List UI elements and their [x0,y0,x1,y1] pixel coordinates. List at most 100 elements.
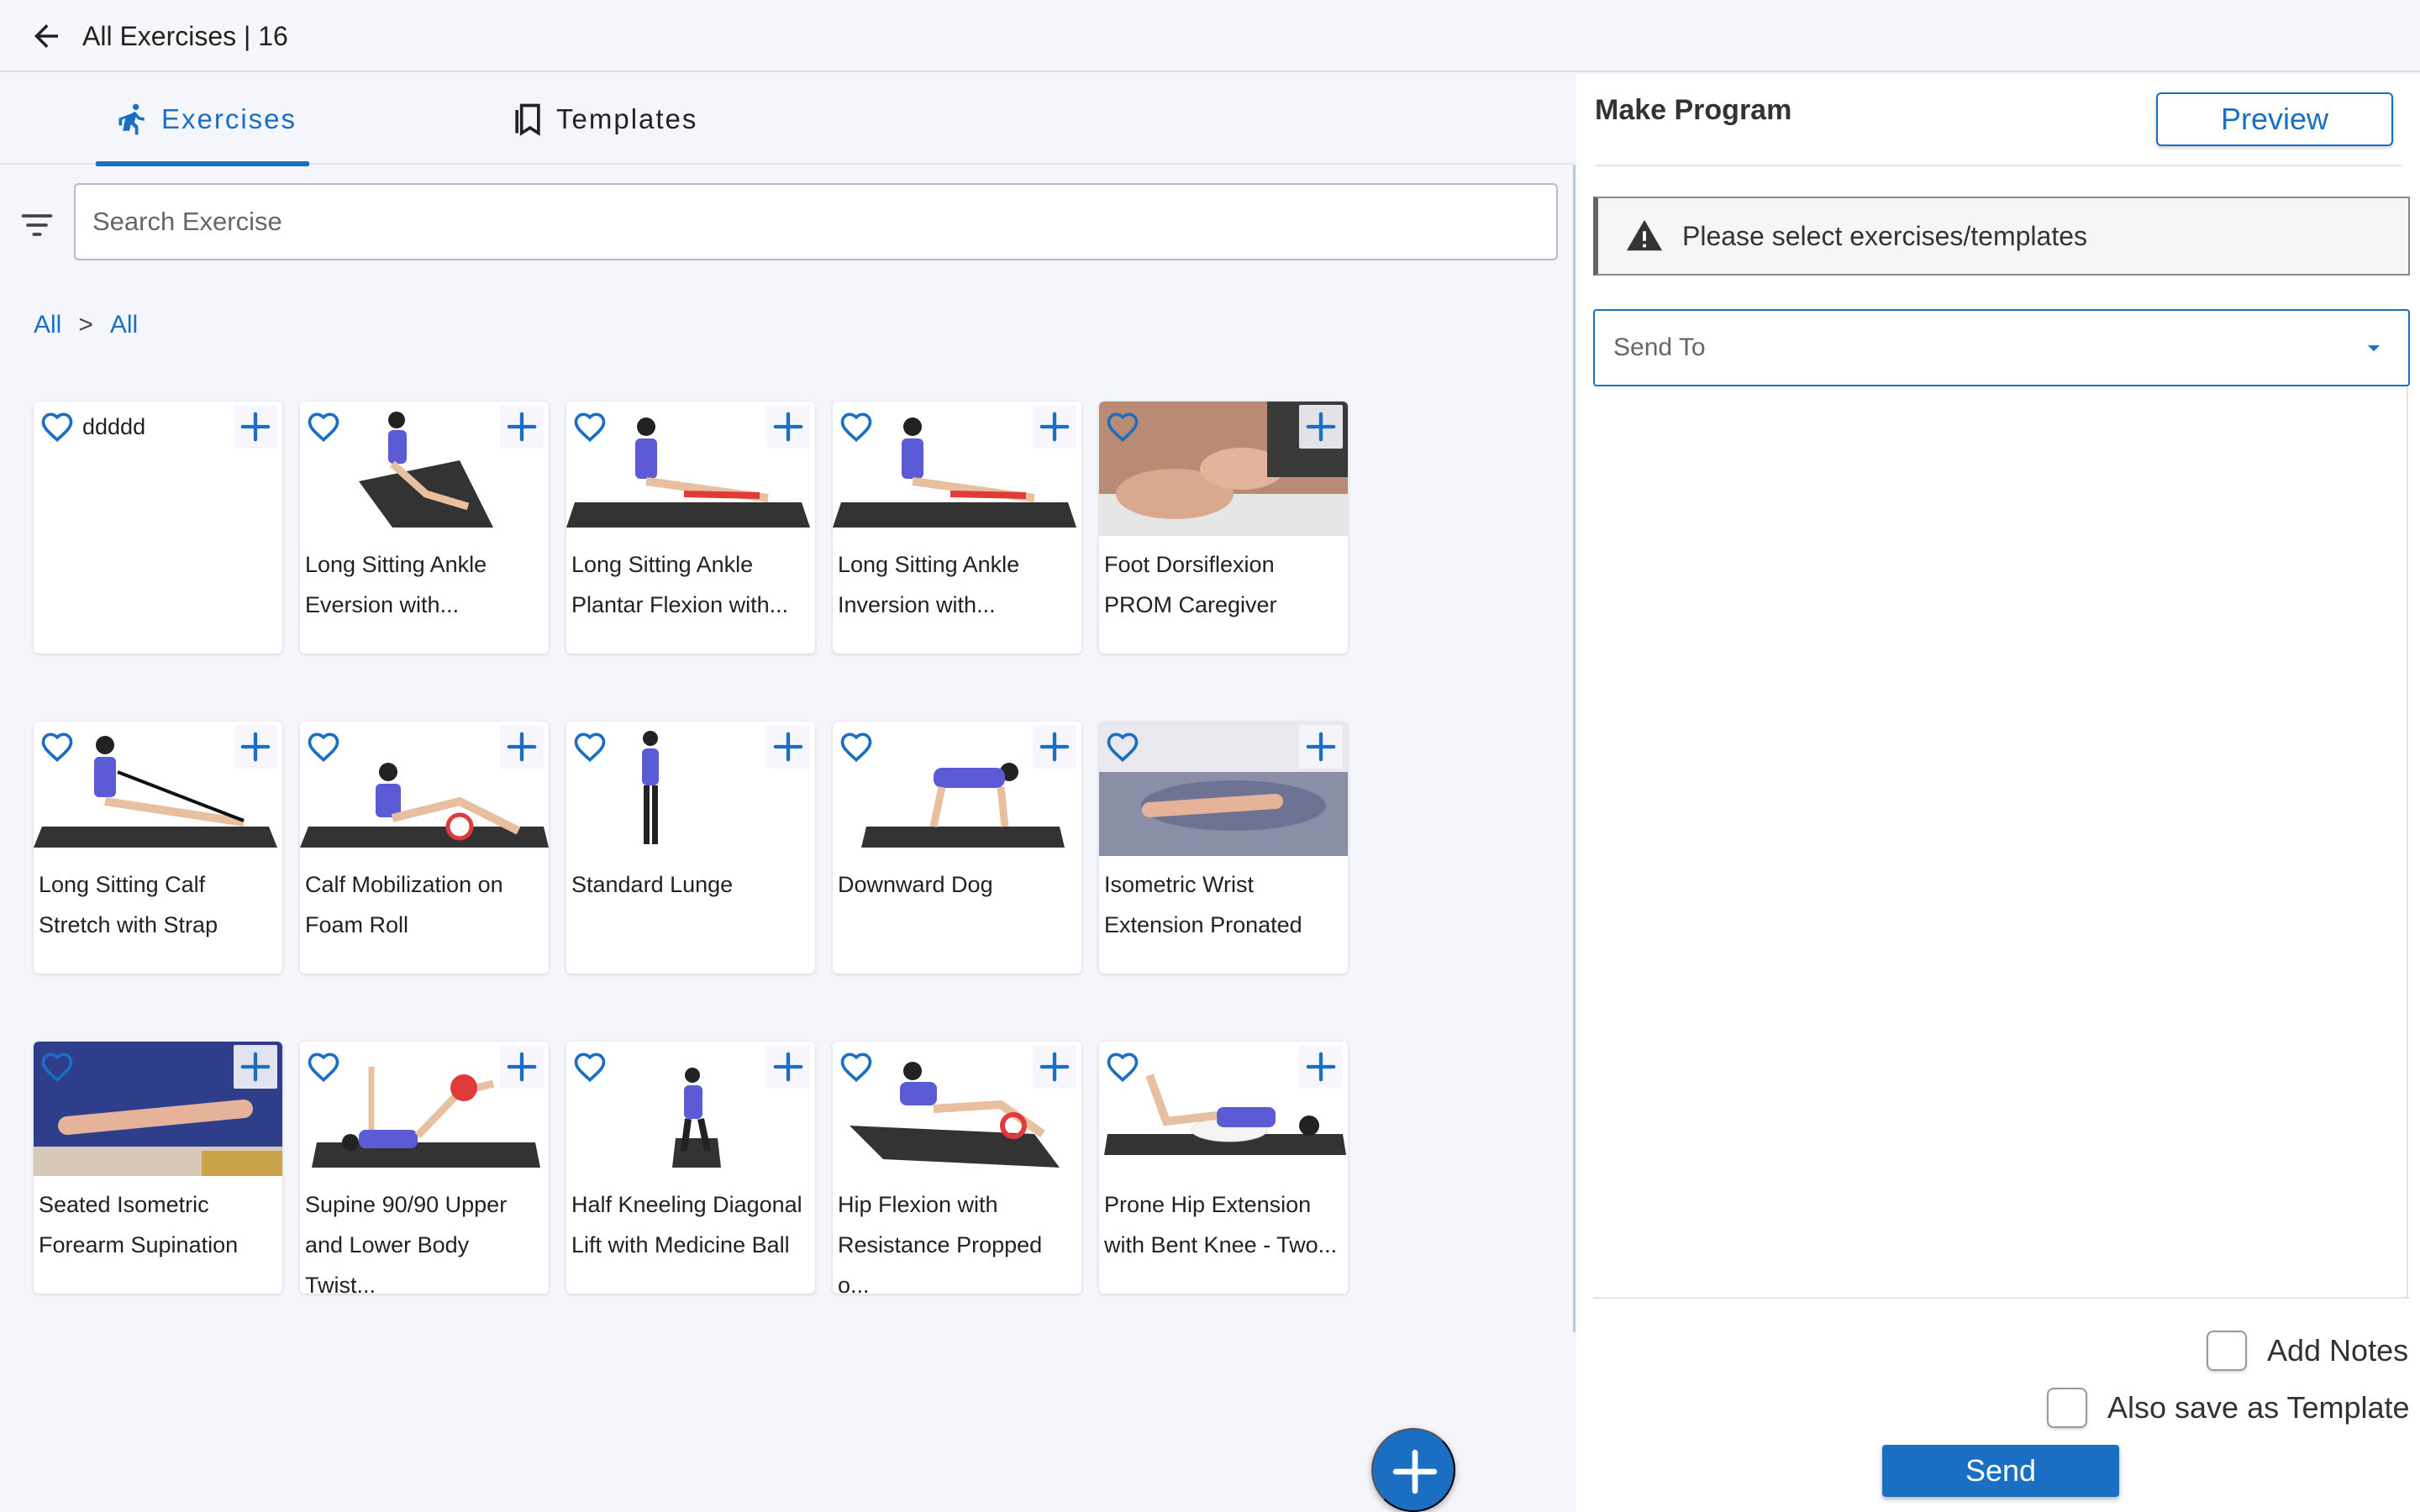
heart-outline-icon[interactable] [571,408,608,445]
tab-exercises-label: Exercises [161,103,297,134]
exercise-card[interactable]: Downward Dog [833,722,1081,974]
footer-divider [1593,1297,2410,1299]
send-button[interactable]: Send [1882,1445,2119,1497]
exercise-card[interactable]: Half Kneeling Diagonal Lift with Medicin… [566,1042,815,1294]
exercise-card[interactable]: Long Sitting Ankle Plantar Flexion with.… [566,402,815,654]
heart-outline-icon[interactable] [39,1048,76,1085]
send-to-placeholder: Send To [1613,333,1706,361]
selection-warning-alert: Please select exercises/templates [1593,197,2410,276]
plus-icon[interactable] [1299,725,1343,769]
breadcrumb-separator: > [78,311,93,339]
plus-icon[interactable] [1299,1045,1343,1089]
exercise-card[interactable]: Long Sitting Ankle Eversion with... [300,402,549,654]
page-title: All Exercises | 16 [82,21,288,51]
plus-icon[interactable] [766,1045,810,1089]
running-person-icon [118,103,145,135]
selected-exercises-list [1593,386,2408,1297]
heart-outline-icon[interactable] [39,728,76,765]
exercise-name: Supine 90/90 Upper and Lower Body Twist.… [305,1192,508,1294]
breadcrumb-item-root[interactable]: All [34,311,61,339]
exercise-name: Downward Dog [838,872,993,897]
plus-icon[interactable] [500,725,544,769]
breadcrumb: All > All [34,311,138,339]
exercise-name: Seated Isometric Forearm Supination [39,1192,239,1257]
exercise-name: ddddd [82,414,146,439]
exercise-card[interactable]: Calf Mobilization on Foam Roll [300,722,549,974]
exercise-card[interactable]: Prone Hip Extension with Bent Knee - Two… [1099,1042,1348,1294]
exercise-name: Hip Flexion with Resistance Propped o... [838,1192,1043,1294]
heart-outline-icon[interactable] [305,408,342,445]
heart-outline-icon[interactable] [1104,1048,1141,1085]
top-bar: All Exercises | 16 [0,0,2420,72]
exercise-name: Isometric Wrist Extension Pronated [1104,872,1302,937]
add-exercise-fab[interactable] [1371,1428,1455,1512]
active-tab-indicator [96,161,309,166]
plus-icon[interactable] [1033,405,1076,449]
make-program-panel: Make Program Preview Please select exerc… [1576,74,2420,1512]
add-notes-row: Add Notes [2207,1331,2408,1371]
exercise-card[interactable]: Foot Dorsiflexion PROM Caregiver [1099,402,1348,654]
save-template-label[interactable]: Also save as Template [2107,1390,2410,1425]
bookmark-stack-icon [515,103,540,136]
exercise-card[interactable]: Supine 90/90 Upper and Lower Body Twist.… [300,1042,549,1294]
exercise-name: Half Kneeling Diagonal Lift with Medicin… [571,1192,802,1257]
plus-icon[interactable] [234,405,277,449]
exercise-library-panel: Exercises Templates All > All ddddd Long … [0,74,1573,1512]
exercise-name: Calf Mobilization on Foam Roll [305,872,503,937]
plus-icon[interactable] [500,405,544,449]
panel-divider[interactable] [1573,165,1576,1332]
exercise-card[interactable]: Hip Flexion with Resistance Propped o... [833,1042,1081,1294]
heart-outline-icon[interactable] [1104,408,1141,445]
make-program-title: Make Program [1595,94,1792,126]
exercise-name: Long Sitting Calf Stretch with Strap [39,872,218,937]
plus-icon [1392,1449,1438,1494]
preview-button[interactable]: Preview [2156,92,2393,146]
header-divider [1595,165,2402,166]
add-notes-checkbox[interactable] [2207,1331,2247,1371]
exercise-card[interactable]: Standard Lunge [566,722,815,974]
heart-outline-icon[interactable] [571,1048,608,1085]
plus-icon[interactable] [1299,405,1343,449]
search-input[interactable] [74,183,1558,260]
exercise-name: Long Sitting Ankle Inversion with... [838,552,1020,617]
heart-outline-icon[interactable] [305,1048,342,1085]
exercise-name: Foot Dorsiflexion PROM Caregiver [1104,552,1277,617]
add-notes-label[interactable]: Add Notes [2267,1333,2408,1368]
exercise-name: Prone Hip Extension with Bent Knee - Two… [1104,1192,1338,1257]
heart-outline-icon[interactable] [838,1048,875,1085]
exercise-card[interactable]: Long Sitting Ankle Inversion with... [833,402,1081,654]
heart-outline-icon[interactable] [39,408,76,445]
caret-down-icon [2367,345,2381,352]
heart-outline-icon[interactable] [1104,728,1141,765]
heart-outline-icon[interactable] [838,728,875,765]
plus-icon[interactable] [766,725,810,769]
breadcrumb-item-current[interactable]: All [110,311,138,339]
exercise-name: Long Sitting Ankle Plantar Flexion with.… [571,552,789,617]
tab-templates[interactable]: Templates [509,74,728,165]
exercise-name: Standard Lunge [571,872,734,897]
plus-icon[interactable] [500,1045,544,1089]
warning-triangle-icon [1626,219,1663,251]
send-to-select[interactable]: Send To [1593,309,2410,386]
heart-outline-icon[interactable] [305,728,342,765]
save-template-checkbox[interactable] [2047,1388,2087,1428]
filter-lines-icon[interactable] [18,207,55,244]
plus-icon[interactable] [1033,1045,1076,1089]
plus-icon[interactable] [1033,725,1076,769]
heart-outline-icon[interactable] [838,408,875,445]
exercise-card[interactable]: Long Sitting Calf Stretch with Strap [34,722,282,974]
exercise-name: Long Sitting Ankle Eversion with... [305,552,487,617]
heart-outline-icon[interactable] [571,728,608,765]
alert-text: Please select exercises/templates [1682,220,2087,251]
plus-icon[interactable] [766,405,810,449]
tab-exercises[interactable]: Exercises [96,74,309,166]
exercise-card[interactable]: ddddd [34,402,282,654]
tab-bar: Exercises Templates [0,74,1573,166]
exercise-card[interactable]: Seated Isometric Forearm Supination [34,1042,282,1294]
tab-templates-label: Templates [556,103,698,134]
exercise-card[interactable]: Isometric Wrist Extension Pronated [1099,722,1348,974]
arrow-left-icon[interactable] [29,18,64,54]
save-template-row: Also save as Template [2047,1388,2410,1428]
plus-icon[interactable] [234,725,277,769]
plus-icon[interactable] [234,1045,277,1089]
